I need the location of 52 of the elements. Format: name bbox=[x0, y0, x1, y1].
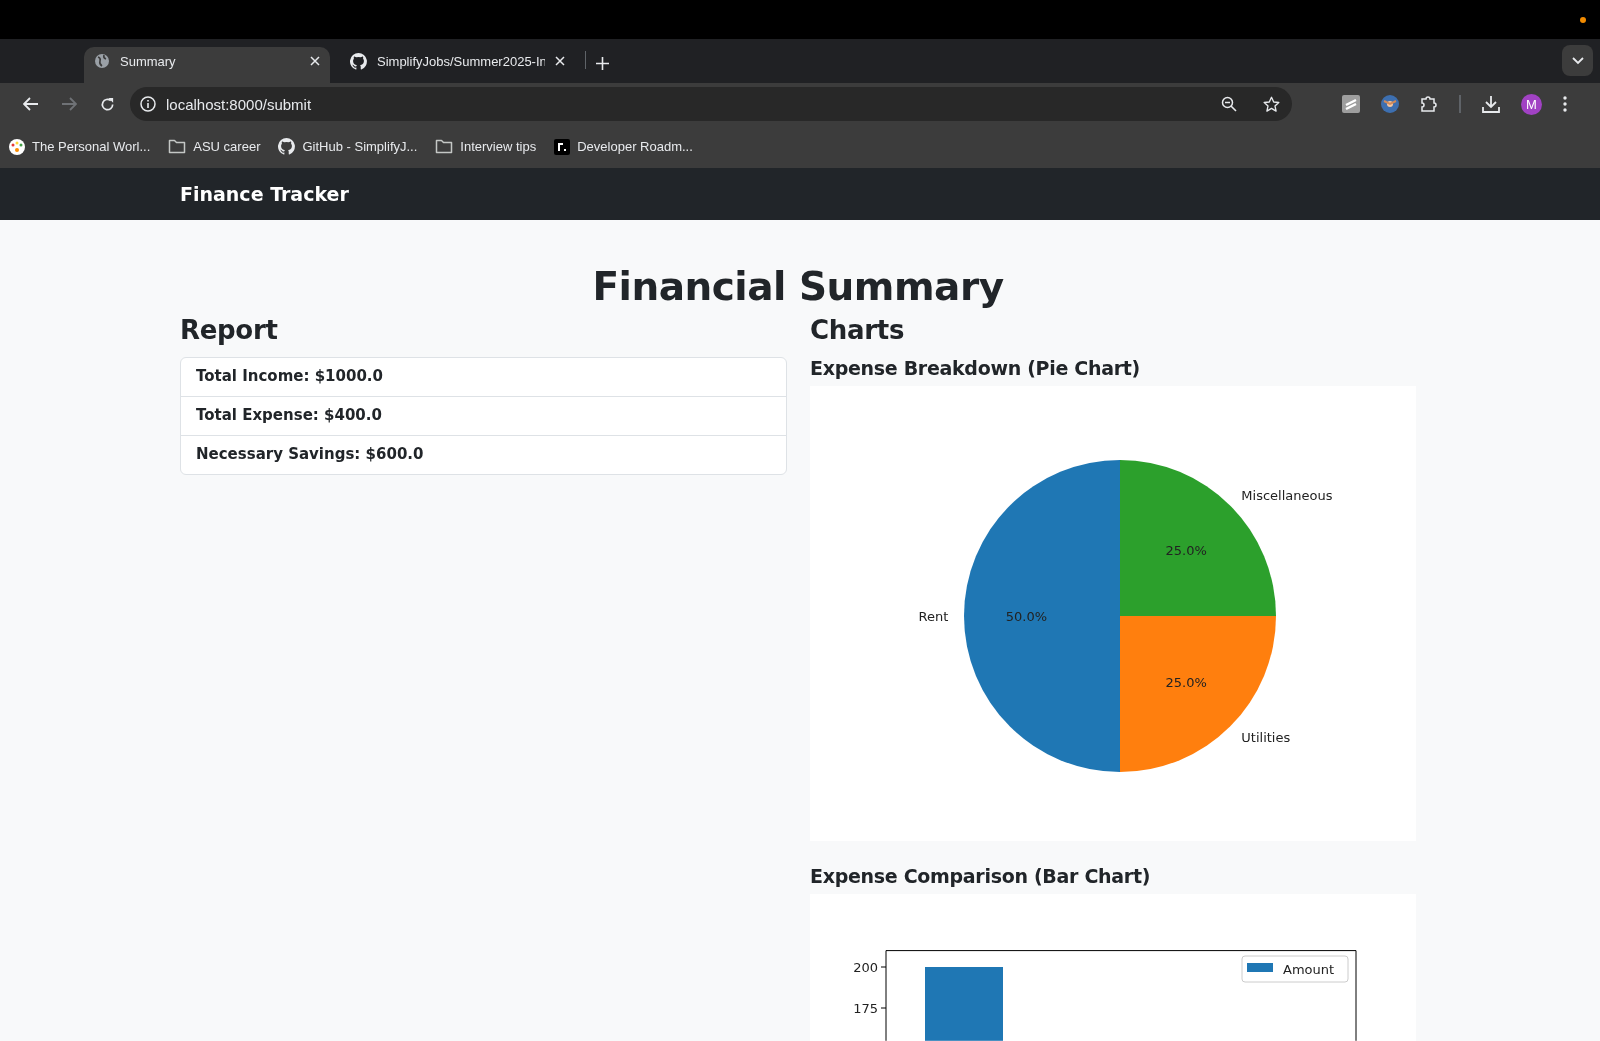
zoom-out-icon[interactable] bbox=[1221, 96, 1237, 112]
globe-icon bbox=[94, 53, 110, 69]
back-icon[interactable] bbox=[23, 97, 39, 111]
legend-label: Amount bbox=[1283, 962, 1335, 977]
chart-title: Expense Breakdown (Pie Chart) bbox=[810, 357, 1141, 379]
browser-tab[interactable]: Summary bbox=[84, 47, 330, 83]
close-icon[interactable] bbox=[555, 56, 565, 66]
menu-icon[interactable] bbox=[1563, 96, 1567, 112]
star-icon[interactable] bbox=[1263, 95, 1280, 113]
percent-label: 25.0% bbox=[1165, 675, 1207, 691]
y-tick: 175 bbox=[853, 1001, 887, 1016]
download-icon[interactable] bbox=[1482, 95, 1500, 113]
slice-label: Miscellaneous bbox=[1241, 487, 1333, 503]
github-icon bbox=[278, 138, 296, 155]
report-item: Total Expense: $400.0 bbox=[181, 396, 786, 435]
address-bar[interactable]: localhost:8000/submit bbox=[130, 87, 1292, 121]
close-icon[interactable] bbox=[310, 56, 320, 66]
report-item: Necessary Savings: $600.0 bbox=[181, 435, 786, 474]
slice-label: Rent bbox=[918, 609, 949, 624]
rainbow-icon bbox=[9, 138, 25, 155]
percent-label: 50.0% bbox=[1005, 609, 1048, 624]
report-item: Total Income: $1000.0 bbox=[195, 366, 384, 387]
slice-label: Utilities bbox=[1241, 730, 1291, 746]
percent-label: 25.0% bbox=[1165, 542, 1207, 558]
new-tab-icon[interactable] bbox=[596, 57, 609, 70]
section-heading: Report bbox=[180, 315, 279, 345]
chart-legend: Amount bbox=[1241, 955, 1349, 983]
navbar-brand[interactable]: Finance Tracker bbox=[180, 183, 349, 205]
folder-icon bbox=[168, 139, 187, 154]
bookmark[interactable]: Developer Roadm... bbox=[554, 138, 693, 155]
folder-icon bbox=[435, 139, 454, 154]
y-tick: 200 bbox=[853, 960, 887, 975]
tab-search-button[interactable] bbox=[1562, 45, 1593, 76]
roadmap-logo-icon bbox=[554, 138, 571, 155]
bookmark[interactable]: ASU career bbox=[168, 139, 261, 154]
profile-avatar[interactable]: M bbox=[1521, 93, 1542, 115]
reload-icon[interactable] bbox=[99, 96, 115, 112]
page-title: Financial Summary bbox=[591, 264, 1005, 309]
chevron-down-icon bbox=[1571, 56, 1584, 65]
info-icon[interactable] bbox=[140, 96, 156, 112]
extension-icon[interactable] bbox=[1342, 95, 1360, 113]
y-tick-label: 175 bbox=[853, 1001, 878, 1016]
y-tick-label: 200 bbox=[853, 960, 878, 975]
bookmark[interactable]: The Personal Worl... bbox=[9, 138, 151, 155]
github-icon bbox=[350, 52, 367, 70]
bookmark[interactable]: Interview tips bbox=[435, 139, 537, 154]
section-heading: Charts bbox=[810, 315, 906, 345]
extension-icon[interactable] bbox=[1381, 95, 1399, 113]
notification-dot-icon bbox=[1580, 16, 1586, 23]
chart-title: Expense Comparison (Bar Chart) bbox=[810, 865, 1152, 887]
bookmark[interactable]: GitHub - SimplifyJ... bbox=[278, 138, 418, 155]
puzzle-icon[interactable] bbox=[1420, 95, 1438, 113]
